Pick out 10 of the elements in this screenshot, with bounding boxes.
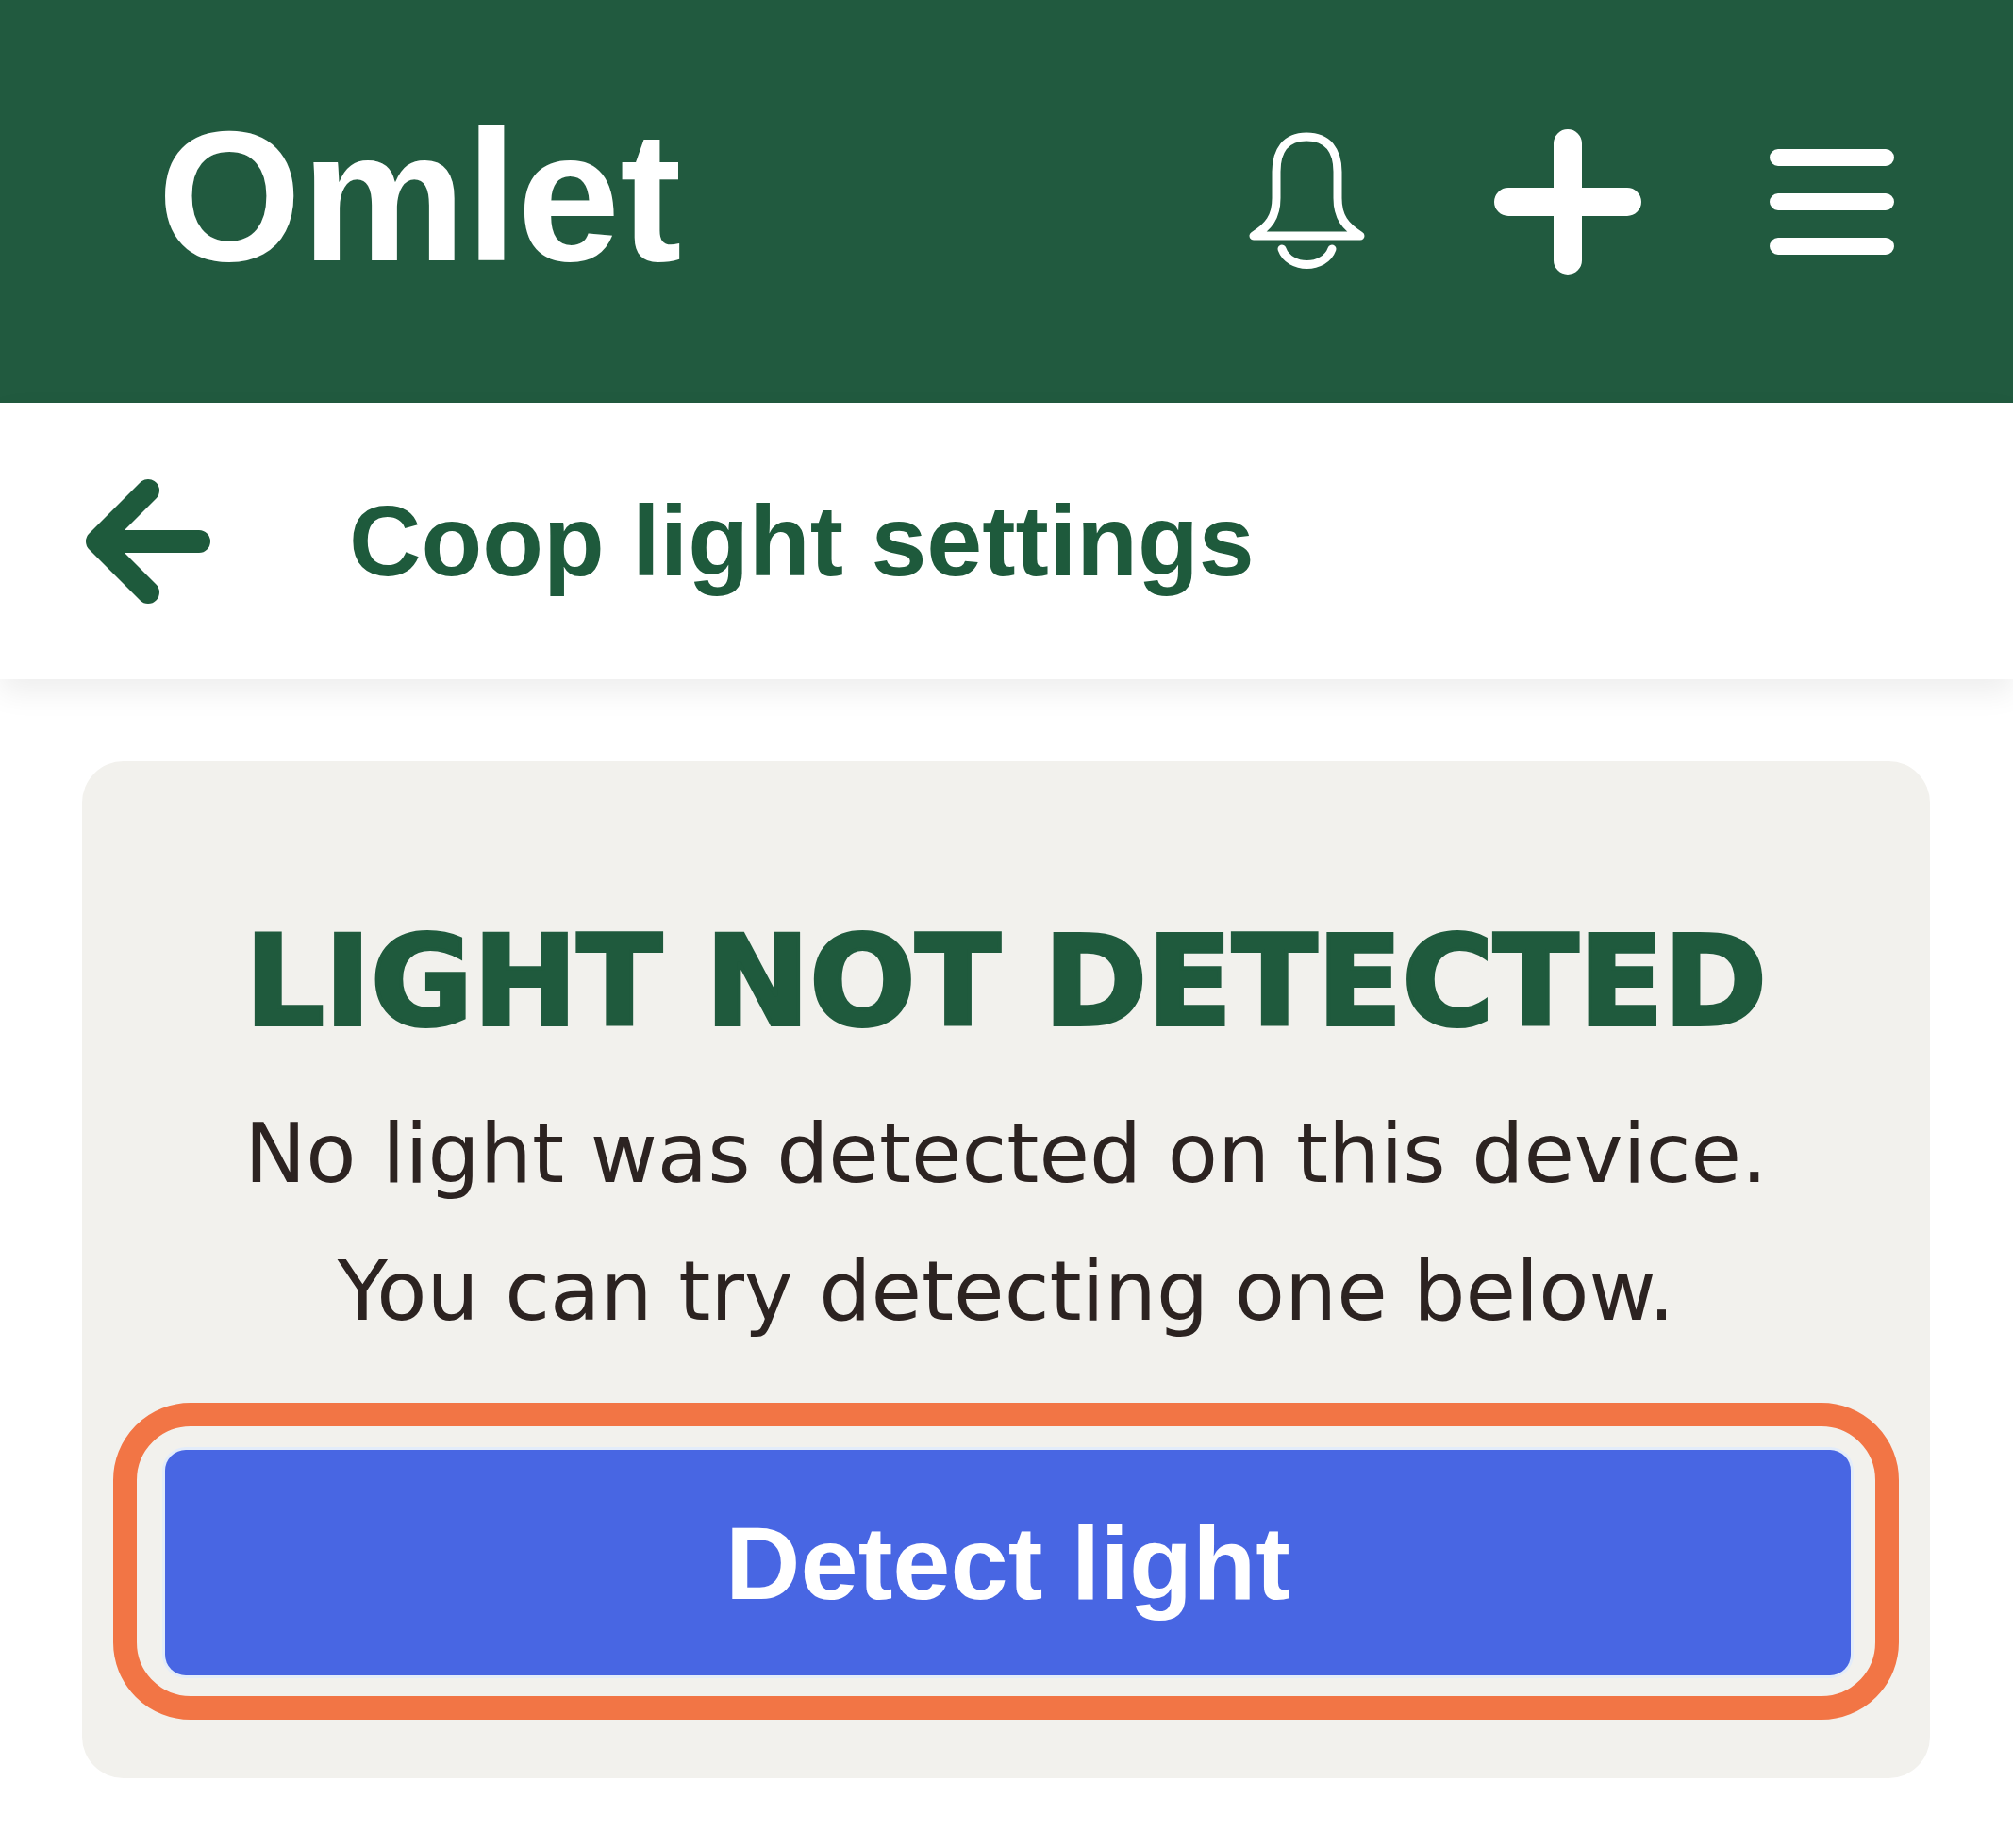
notice-heading: LIGHT NOT DETECTED (244, 919, 1768, 1043)
page-title: Coop light settings (349, 484, 1255, 599)
plus-icon[interactable] (1494, 128, 1641, 275)
notice-message: You can try detecting one below. (337, 1242, 1675, 1341)
logo[interactable]: Omlet (158, 94, 682, 299)
bell-icon[interactable] (1248, 131, 1366, 272)
detect-light-button[interactable]: Detect light (165, 1450, 1851, 1675)
menu-icon[interactable] (1770, 148, 1894, 255)
back-arrow-icon[interactable] (84, 478, 210, 604)
notice-message: No light was detected on this device. (244, 1105, 1768, 1204)
